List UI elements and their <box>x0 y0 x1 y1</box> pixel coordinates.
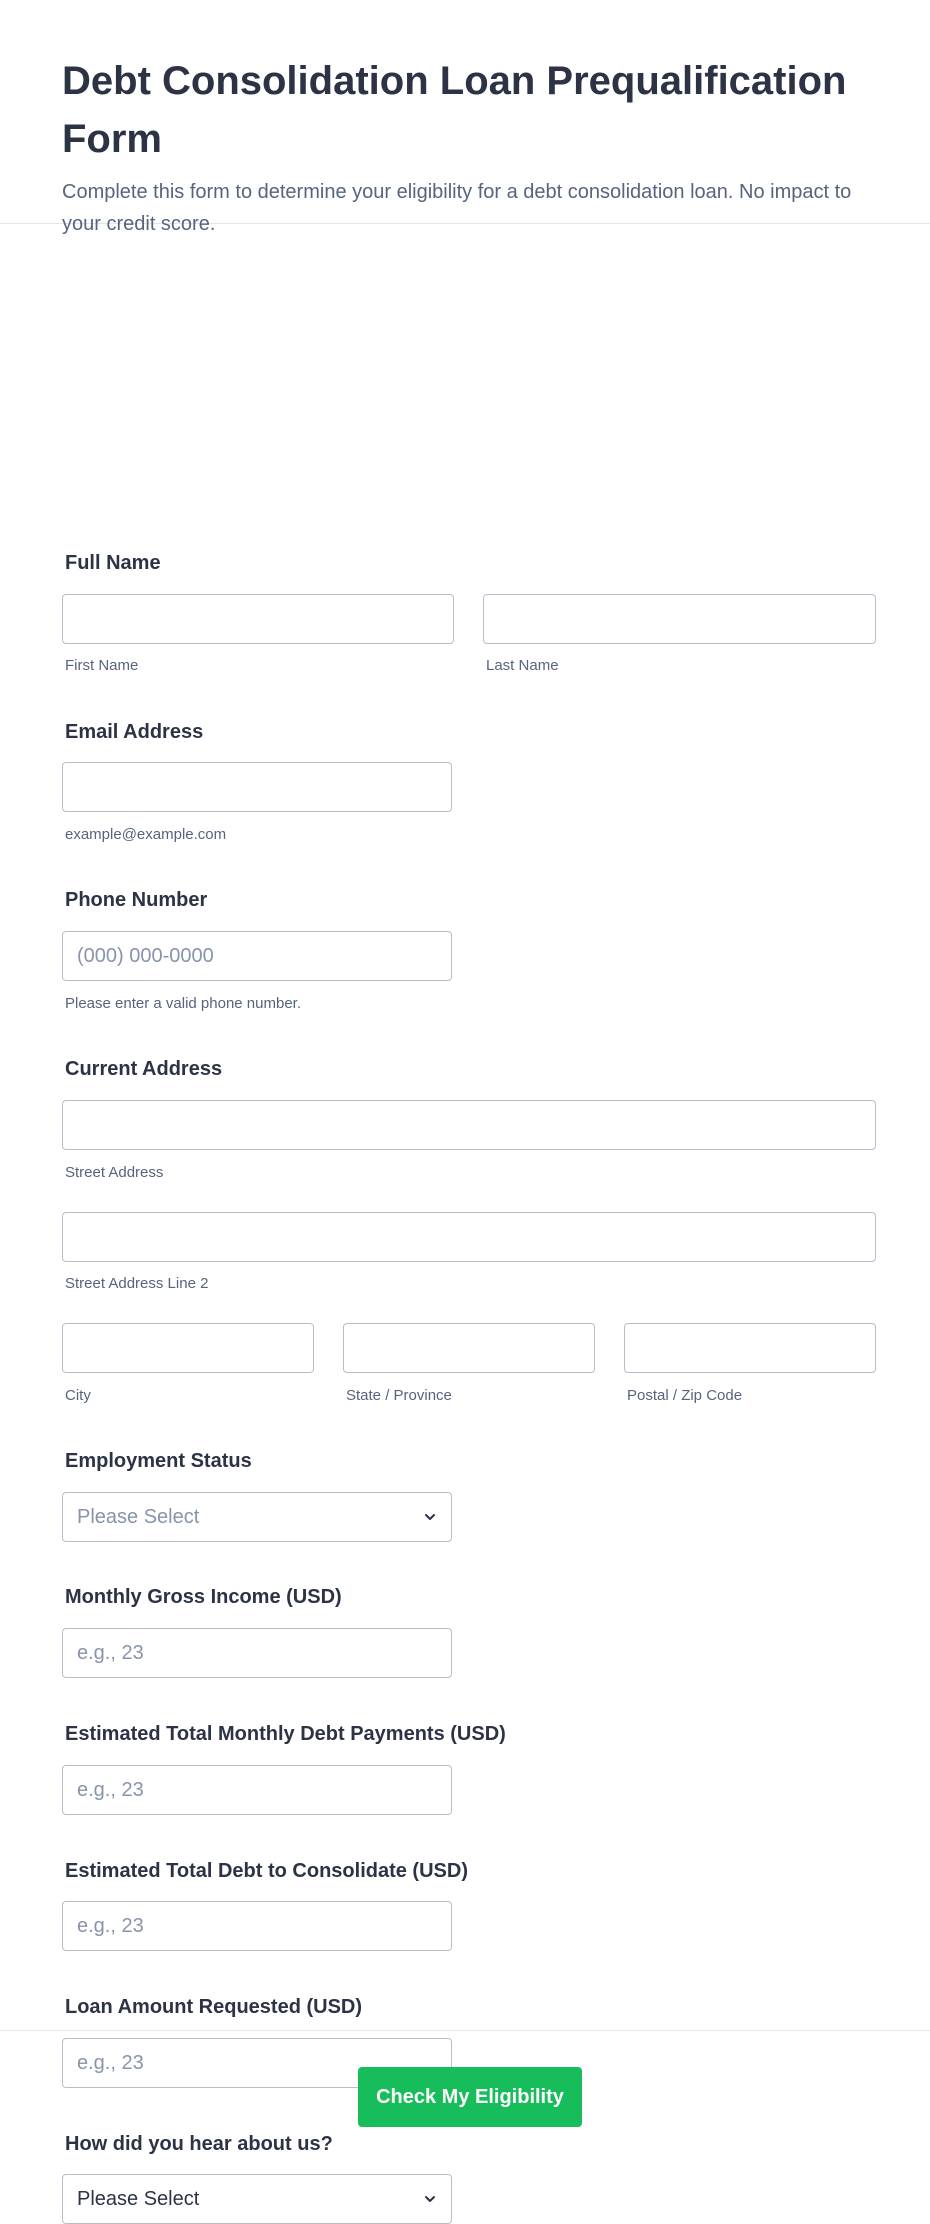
employment-label: Employment Status <box>65 1450 252 1472</box>
phone-input[interactable] <box>62 931 452 981</box>
employment-select-value: Please Select <box>77 1505 200 1528</box>
total-debt-input[interactable] <box>62 1901 452 1951</box>
city-input[interactable] <box>62 1323 314 1373</box>
first-name-sublabel: First Name <box>65 657 139 674</box>
monthly-income-input[interactable] <box>62 1628 452 1678</box>
chevron-down-icon <box>425 2196 435 2202</box>
zip-sublabel: Postal / Zip Code <box>627 1387 743 1404</box>
last-name-input[interactable] <box>483 594 876 644</box>
referral-select-value: Please Select <box>77 2187 200 2210</box>
state-sublabel: State / Province <box>346 1387 452 1404</box>
employment-select[interactable]: Please Select <box>62 1492 452 1542</box>
city-sublabel: City <box>65 1387 91 1404</box>
total-debt-label: Estimated Total Debt to Consolidate (USD… <box>65 1860 468 1882</box>
street-address-sublabel: Street Address <box>65 1164 164 1181</box>
first-name-input[interactable] <box>62 594 454 644</box>
check-eligibility-button[interactable]: Check My Eligibility <box>358 2067 582 2127</box>
zip-input[interactable] <box>624 1323 876 1373</box>
address-label: Current Address <box>65 1058 223 1080</box>
loan-amount-label: Loan Amount Requested (USD) <box>65 1996 363 2018</box>
email-sublabel: example@example.com <box>65 826 227 843</box>
monthly-income-label: Monthly Gross Income (USD) <box>65 1586 342 1608</box>
monthly-debt-input[interactable] <box>62 1765 452 1815</box>
email-input[interactable] <box>62 762 452 812</box>
page-title: Debt Consolidation Loan Prequalification… <box>62 59 847 161</box>
chevron-down-icon <box>425 1514 435 1520</box>
state-input[interactable] <box>343 1323 595 1373</box>
street-address-line2-input[interactable] <box>62 1212 876 1262</box>
phone-label: Phone Number <box>65 889 208 911</box>
phone-sublabel: Please enter a valid phone number. <box>65 995 301 1012</box>
full-name-label: Full Name <box>65 552 161 574</box>
street-address-line2-sublabel: Street Address Line 2 <box>65 1275 209 1292</box>
monthly-debt-label: Estimated Total Monthly Debt Payments (U… <box>65 1723 506 1745</box>
page-subtitle: Complete this form to determine your eli… <box>62 181 852 235</box>
street-address-input[interactable] <box>62 1100 876 1150</box>
email-label: Email Address <box>65 721 204 743</box>
form-header: Debt Consolidation Loan Prequalification… <box>0 0 930 235</box>
referral-select[interactable]: Please Select <box>62 2174 452 2224</box>
form-footer: Check My Eligibility <box>0 2030 930 2176</box>
last-name-sublabel: Last Name <box>486 657 559 674</box>
